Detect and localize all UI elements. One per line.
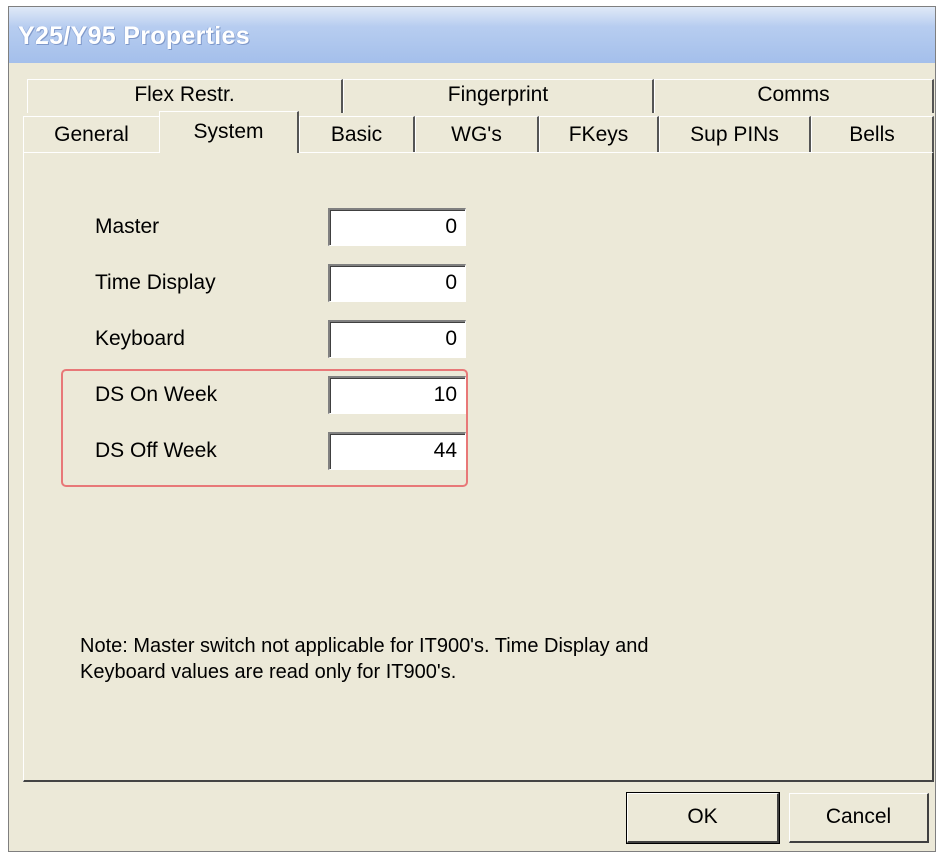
tab-basic[interactable]: Basic	[299, 116, 415, 152]
title-bar[interactable]: Y25/Y95 Properties	[9, 7, 935, 63]
keyboard-label: Keyboard	[95, 327, 185, 350]
master-field[interactable]: 0	[328, 208, 466, 246]
tab-fkeys[interactable]: FKeys	[539, 116, 659, 152]
master-label: Master	[95, 215, 160, 238]
tab-label: Bells	[849, 123, 895, 146]
tab-bells[interactable]: Bells	[811, 116, 934, 152]
tab-fingerprint[interactable]: Fingerprint	[343, 79, 654, 113]
tab-sup-pins[interactable]: Sup PINs	[659, 116, 811, 152]
cancel-button[interactable]: Cancel	[789, 793, 929, 843]
note-line-2: Keyboard values are read only for IT900'…	[80, 661, 457, 683]
highlight-box	[61, 369, 468, 487]
tab-label: General	[54, 123, 129, 146]
tab-comms[interactable]: Comms	[654, 79, 934, 113]
tab-label: WG's	[451, 123, 502, 146]
time-display-field[interactable]: 0	[328, 264, 466, 302]
tab-flex-restr[interactable]: Flex Restr.	[27, 79, 343, 113]
properties-dialog: Y25/Y95 Properties Flex Restr. Fingerpri…	[8, 6, 936, 852]
window-title: Y25/Y95 Properties	[18, 22, 250, 50]
tab-label: Basic	[330, 123, 383, 146]
tab-system[interactable]: System	[159, 111, 299, 153]
ok-button[interactable]: OK	[626, 792, 780, 844]
tab-label: System	[193, 120, 264, 143]
time-display-label: Time Display	[95, 271, 216, 294]
note-text: Note: Master switch not applicable for I…	[80, 633, 649, 685]
tab-label: Comms	[757, 83, 830, 106]
tab-label: FKeys	[568, 123, 629, 146]
tab-label: Fingerprint	[447, 83, 549, 106]
tab-label: Sup PINs	[690, 123, 779, 146]
tab-label: Flex Restr.	[134, 83, 235, 106]
tab-wgs[interactable]: WG's	[415, 116, 539, 152]
keyboard-field[interactable]: 0	[328, 320, 466, 358]
tab-general[interactable]: General	[23, 116, 161, 152]
note-line-1: Note: Master switch not applicable for I…	[80, 635, 649, 657]
